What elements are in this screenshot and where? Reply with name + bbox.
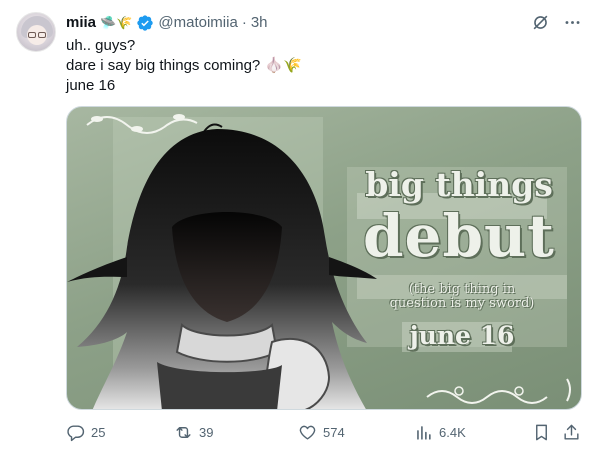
- bookmark-icon: [536, 424, 547, 440]
- share-icon: [564, 424, 579, 440]
- grok-icon[interactable]: [530, 12, 550, 32]
- like-icon: [299, 425, 316, 440]
- tweet-header: miia 🛸🌾 @matoimiia · 3h: [66, 13, 268, 33]
- views-button[interactable]: 6.4K: [414, 420, 466, 444]
- image-headline-main: debut: [363, 202, 555, 270]
- image-date: june 16: [409, 321, 515, 350]
- avatar[interactable]: [16, 12, 56, 52]
- action-bar: 25 39 574 6.4K: [66, 420, 582, 444]
- name-emojis: 🛸🌾: [100, 15, 133, 30]
- tweet-text: uh.. guys? dare i say big things coming?…: [66, 36, 302, 96]
- reply-count: 25: [91, 424, 106, 440]
- reply-button[interactable]: 25: [66, 420, 105, 444]
- tweet-line: dare i say big things coming? 🧄🌾: [66, 57, 302, 74]
- view-count: 6.4K: [439, 424, 466, 440]
- image-subtitle: (the big thing in question is my sword): [367, 283, 557, 311]
- tweet[interactable]: miia 🛸🌾 @matoimiia · 3h uh.. guys? dare …: [0, 0, 598, 453]
- image-subtitle-line: (the big thing in: [408, 282, 516, 297]
- like-count: 574: [323, 424, 345, 440]
- tweet-image[interactable]: big things debut (the big thing in quest…: [66, 106, 582, 410]
- author-name[interactable]: miia: [66, 13, 96, 33]
- timestamp[interactable]: 3h: [251, 13, 268, 33]
- top-actions: [530, 12, 582, 32]
- author-handle[interactable]: @matoimiia: [158, 13, 237, 33]
- like-button[interactable]: 574: [298, 420, 345, 444]
- bookmark-button[interactable]: [532, 420, 551, 444]
- repost-button[interactable]: 39: [174, 420, 213, 444]
- image-subtitle-line: question is my sword): [389, 296, 535, 311]
- repost-count: 39: [199, 424, 214, 440]
- image-headline-top: big things: [365, 165, 553, 204]
- tweet-line: june 16: [66, 77, 116, 94]
- views-icon: [417, 425, 431, 440]
- tweet-line: uh.. guys?: [66, 37, 136, 54]
- image-headline: big things debut: [359, 165, 559, 267]
- more-icon[interactable]: [562, 12, 582, 32]
- verified-badge-icon: [136, 14, 154, 32]
- share-button[interactable]: [562, 420, 581, 444]
- repost-icon: [176, 426, 191, 438]
- separator-dot: ·: [241, 14, 247, 31]
- reply-icon: [67, 424, 85, 441]
